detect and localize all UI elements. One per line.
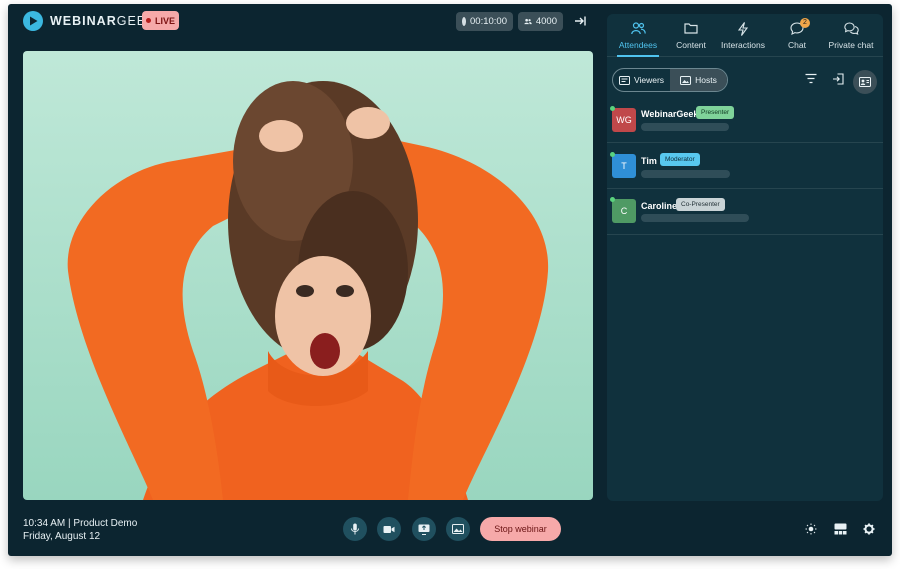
live-label: LIVE — [154, 15, 175, 26]
host-detail-placeholder — [641, 170, 730, 178]
tab-chat[interactable]: 2 Chat — [767, 18, 827, 50]
webinar-timer: 00:10:00 — [456, 12, 513, 31]
host-row[interactable]: C Caroline Co-Presenter — [607, 189, 883, 235]
folder-icon — [684, 23, 698, 34]
panel-tabs: Attendees Content Interactions 2 Chat Pr… — [607, 14, 883, 57]
host-row[interactable]: T Tim Moderator — [607, 143, 883, 189]
brand-bold: WEBINAR — [50, 14, 117, 28]
avatar: WG — [610, 106, 636, 132]
host-name: WebinarGeek — [641, 109, 699, 119]
microphone-button[interactable] — [343, 517, 367, 541]
filter-icon[interactable] — [805, 73, 817, 84]
hosts-label: Hosts — [695, 75, 717, 85]
camera-button[interactable] — [377, 517, 401, 541]
tab-attendees[interactable]: Attendees — [608, 22, 668, 50]
host-detail-placeholder — [641, 123, 729, 131]
tab-private-chat[interactable]: Private chat — [820, 22, 882, 50]
online-status-dot — [610, 197, 615, 202]
avatar: T — [610, 152, 636, 178]
tab-interactions-label: Interactions — [721, 40, 765, 50]
hosts-icon — [680, 75, 692, 85]
avatar-initials: C — [620, 206, 628, 216]
lightning-icon — [738, 22, 748, 36]
viewer-count[interactable]: 4000 — [518, 12, 563, 31]
avatar: C — [610, 197, 636, 223]
gear-icon[interactable] — [863, 523, 875, 535]
brightness-icon[interactable] — [805, 523, 817, 535]
online-status-dot — [610, 106, 615, 111]
video-camera-icon — [383, 525, 395, 533]
session-time-title: 10:34 AM | Product Demo — [23, 518, 138, 529]
people-icon — [524, 18, 532, 25]
image-icon — [452, 524, 464, 534]
host-row[interactable]: WG WebinarGeek Presenter — [607, 97, 883, 143]
chat-unread-badge: 2 — [800, 18, 810, 28]
host-name: Tim — [641, 156, 657, 166]
timer-value: 00:10:00 — [470, 16, 507, 27]
role-badge: Moderator — [660, 153, 700, 166]
media-button[interactable] — [446, 517, 470, 541]
role-badge: Co-Presenter — [676, 198, 725, 211]
tab-private-chat-label: Private chat — [828, 40, 874, 50]
microphone-icon — [351, 523, 359, 535]
presenter-video — [23, 51, 593, 500]
live-dot-icon — [145, 18, 151, 23]
collapse-panel-icon[interactable] — [573, 14, 587, 28]
contact-card-icon — [859, 77, 871, 87]
sign-in-icon[interactable] — [832, 73, 844, 85]
tab-content[interactable]: Content — [661, 22, 721, 50]
private-chat-icon — [843, 22, 859, 35]
live-badge: LIVE — [142, 11, 179, 30]
tab-content-label: Content — [676, 40, 706, 50]
people-icon — [630, 22, 646, 35]
host-name: Caroline — [641, 201, 678, 211]
session-datetime: 10:34 AM | Product Demo Friday, August 1… — [23, 517, 137, 543]
side-panel: Attendees Content Interactions 2 Chat Pr… — [607, 14, 883, 501]
avatar-initials: WG — [616, 115, 632, 125]
host-detail-placeholder — [641, 214, 749, 222]
viewers-hosts-toggle: Viewers Hosts — [612, 68, 728, 92]
online-status-dot — [610, 152, 615, 157]
tab-interactions[interactable]: Interactions — [713, 22, 773, 50]
session-date: Friday, August 12 — [23, 531, 101, 542]
screen-share-icon — [418, 524, 430, 535]
layout-icon[interactable] — [834, 523, 847, 535]
viewers-toggle-option[interactable]: Viewers — [613, 69, 670, 91]
contact-card-button[interactable] — [853, 70, 877, 94]
tab-attendees-label: Attendees — [618, 40, 658, 50]
presenter-video-frame — [67, 81, 549, 500]
active-tab-indicator — [617, 55, 659, 57]
webinargeek-logo: WEBINARGEEK — [23, 11, 155, 31]
hosts-toggle-option[interactable]: Hosts — [670, 69, 727, 91]
stop-webinar-button[interactable]: Stop webinar — [480, 517, 561, 541]
viewers-label: Viewers — [633, 75, 665, 85]
play-logo-icon — [23, 11, 43, 31]
webinar-window: WEBINARGEEK LIVE 00:10:00 4000 10:34 AM … — [8, 4, 892, 556]
avatar-initials: T — [621, 161, 627, 171]
share-screen-button[interactable] — [412, 517, 436, 541]
viewer-count-value: 4000 — [535, 16, 557, 27]
viewers-icon — [618, 75, 630, 85]
tab-chat-label: Chat — [788, 40, 806, 50]
record-icon — [462, 17, 467, 26]
role-badge: Presenter — [696, 106, 735, 119]
